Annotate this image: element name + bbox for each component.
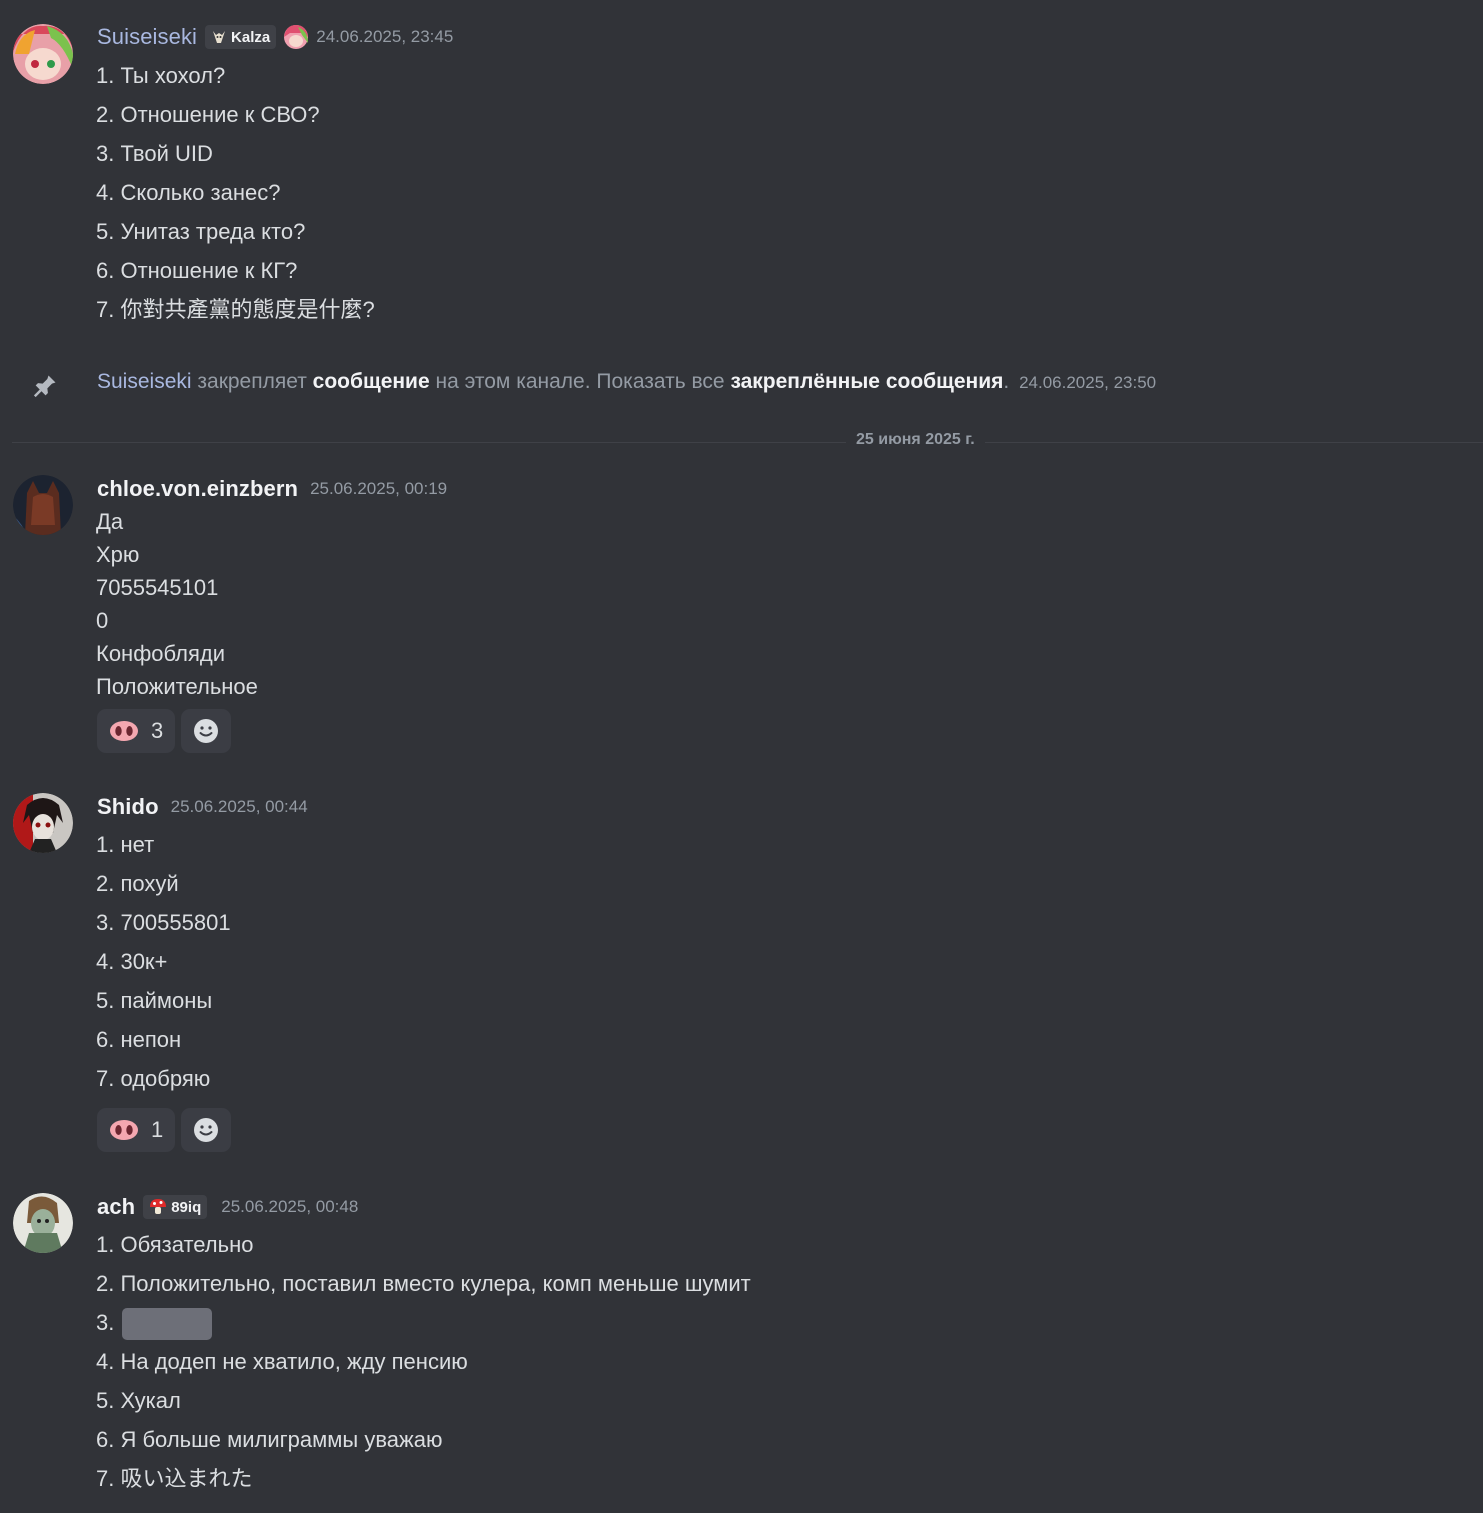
message-line: 2. Отношение к СВО? — [96, 102, 320, 127]
message-line: Конфобляди — [96, 641, 226, 666]
avatar[interactable] — [13, 1193, 73, 1253]
reaction-pig-nose[interactable]: 3 — [97, 709, 176, 753]
smiley-icon — [194, 1118, 219, 1142]
smiley-icon — [194, 719, 219, 743]
spoiler-block[interactable] — [122, 1308, 213, 1341]
username[interactable]: Shido — [97, 794, 159, 820]
add-reaction-button[interactable] — [181, 1108, 232, 1152]
message-line: 6. Отношение к КГ? — [96, 258, 298, 283]
line-prefix: 3. — [96, 1310, 115, 1335]
username[interactable]: Suiseiseki — [97, 24, 197, 50]
pin-text-2: на этом канале. Показать все — [429, 370, 731, 393]
pin-text-1: закрепляет — [191, 370, 313, 393]
avatar[interactable] — [13, 24, 73, 84]
date-divider — [12, 442, 1483, 443]
date-divider-label: 25 июня 2025 г. — [846, 431, 985, 449]
message-line: 6. непон — [96, 1027, 182, 1052]
clan-tag-label: Kalza — [231, 28, 271, 46]
message-line: 0 — [96, 608, 109, 633]
add-reaction-button[interactable] — [181, 709, 232, 753]
timestamp[interactable]: 24.06.2025, 23:45 — [316, 27, 453, 47]
message-line: 6. Я больше милиграммы уважаю — [96, 1427, 443, 1452]
pinned-messages-link[interactable]: закреплённые сообщения — [730, 370, 1003, 393]
goat-icon — [213, 31, 226, 43]
timestamp[interactable]: 25.06.2025, 00:44 — [171, 797, 308, 817]
timestamp[interactable]: 25.06.2025, 00:19 — [310, 479, 447, 499]
username[interactable]: chloe.von.einzbern — [97, 476, 298, 502]
avatar[interactable] — [13, 793, 73, 853]
message-line: 5. паймоны — [96, 988, 213, 1013]
avatar[interactable] — [13, 475, 73, 535]
message-line: 4. На додеп не хватило, жду пенсию — [96, 1349, 468, 1374]
message-line: 3. Твой UID — [96, 141, 213, 166]
role-icon[interactable] — [282, 23, 310, 51]
message-line-spoiler: 3. — [96, 1307, 751, 1346]
message-line: 1. Обязательно — [96, 1232, 254, 1257]
clan-tag[interactable]: 89iq — [143, 1195, 208, 1219]
message-line: Да — [96, 509, 124, 534]
clan-tag-label: 89iq — [171, 1198, 202, 1216]
message-line: 2. Положительно, поставил вместо кулера,… — [96, 1271, 751, 1296]
chat-view: Suiseiseki Kalza 24.06.2025, 23:45 1. Ты — [0, 0, 1483, 1513]
clan-tag[interactable]: Kalza — [205, 25, 277, 49]
message-line: 7. 你對共產黨的態度是什麼? — [96, 297, 375, 322]
reaction-count: 1 — [151, 1117, 164, 1142]
pin-text-3: . — [1003, 370, 1010, 393]
message-line: 5. Хукал — [96, 1388, 181, 1413]
pin-notice: Suiseiseki закрепляет сообщение на этом … — [0, 366, 1483, 402]
message-line: 4. Сколько занес? — [96, 180, 281, 205]
pig-nose-icon — [110, 1120, 138, 1140]
message-line: 5. Унитаз треда кто? — [96, 219, 306, 244]
message-line: Хрю — [96, 542, 140, 567]
message-line: 4. 30к+ — [96, 949, 168, 974]
message-line: 3. 700555801 — [96, 910, 231, 935]
message-line: 7055545101 — [96, 575, 219, 600]
message-line: 1. нет — [96, 832, 155, 857]
message-line: 1. Ты хохол? — [96, 63, 226, 88]
pin-icon — [31, 372, 59, 400]
pin-username[interactable]: Suiseiseki — [97, 370, 192, 393]
reaction-pig-nose[interactable]: 1 — [97, 1108, 176, 1152]
message-line: 7. 吸い込まれた — [96, 1466, 253, 1491]
pinned-message-link[interactable]: сообщение — [313, 370, 430, 393]
mushroom-icon — [150, 1199, 167, 1214]
username[interactable]: ach — [97, 1194, 135, 1220]
reaction-count: 3 — [151, 718, 164, 743]
message-line: 7. одобряю — [96, 1066, 211, 1091]
message-line: Положительное — [96, 674, 258, 699]
pig-nose-icon — [110, 721, 138, 741]
message-line: 2. похуй — [96, 871, 179, 896]
timestamp[interactable]: 25.06.2025, 00:48 — [221, 1197, 358, 1217]
pin-timestamp[interactable]: 24.06.2025, 23:50 — [1019, 373, 1156, 392]
